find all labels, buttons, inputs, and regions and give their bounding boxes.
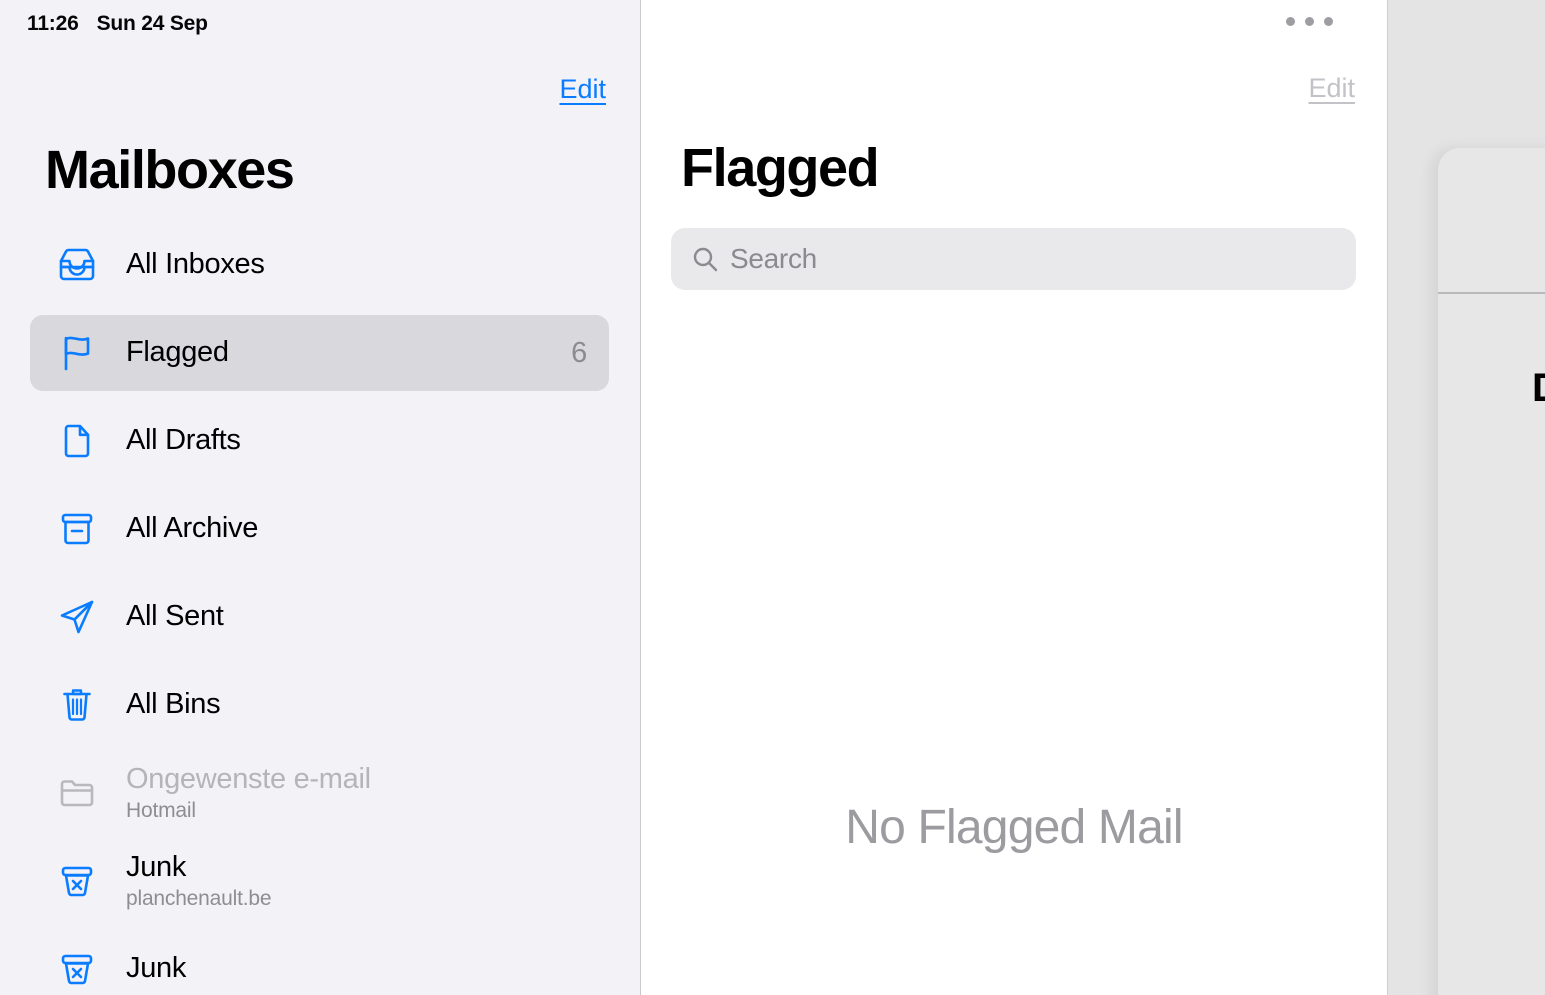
sidebar-item-label: All Inboxes <box>126 248 265 281</box>
sidebar-item-label: Flagged <box>126 336 229 369</box>
sidebar-item-text: All Archive <box>126 512 587 545</box>
sidebar-item-text: All Bins <box>126 688 587 721</box>
sidebar-item-flagged[interactable]: Flagged 6 <box>30 315 609 391</box>
junk-bin-icon <box>52 944 102 994</box>
search-icon <box>691 245 719 273</box>
sidebar-item-text: All Drafts <box>126 424 587 457</box>
paper-plane-icon <box>52 592 102 642</box>
sidebar-item-all-archive[interactable]: All Archive <box>30 491 609 567</box>
search-input[interactable]: Search <box>671 228 1356 290</box>
sidebar-item-all-inboxes[interactable]: All Inboxes <box>30 227 609 303</box>
sidebar-edit-row: Edit <box>0 74 640 105</box>
message-detail-peek-card[interactable]: D <box>1438 148 1545 995</box>
ellipsis-dot <box>1324 17 1333 26</box>
sidebar-item-all-sent[interactable]: All Sent <box>30 579 609 655</box>
sidebar-item-junk-planchenault[interactable]: Junk planchenault.be <box>30 843 609 919</box>
search-placeholder: Search <box>730 243 817 274</box>
sidebar-item-label: All Bins <box>126 688 221 721</box>
page-title: Mailboxes <box>45 140 295 200</box>
sidebar-edit-button[interactable]: Edit <box>559 74 606 105</box>
status-bar: 11:26 Sun 24 Sep <box>0 0 640 36</box>
message-edit-button[interactable]: Edit <box>1308 73 1355 104</box>
ellipsis-icon[interactable] <box>1286 17 1333 26</box>
mailboxes-sidebar: 11:26 Sun 24 Sep Edit Mailboxes All Inbo… <box>0 0 641 995</box>
sidebar-item-account: Hotmail <box>126 799 196 823</box>
sidebar-item-text: Ongewenste e-mail Hotmail <box>126 763 587 823</box>
sidebar-item-text: All Sent <box>126 600 587 633</box>
folder-icon <box>52 768 102 818</box>
sidebar-item-label: Ongewenste e-mail <box>126 762 371 795</box>
document-icon <box>52 416 102 466</box>
mailbox-list: All Inboxes Flagged 6 All Drafts All Arc… <box>0 227 640 995</box>
sidebar-item-junk-2[interactable]: Junk <box>30 931 609 995</box>
sidebar-item-all-drafts[interactable]: All Drafts <box>30 403 609 479</box>
sidebar-item-text: All Inboxes <box>126 248 587 281</box>
mailbox-title: Flagged <box>681 138 880 198</box>
archive-box-icon <box>52 504 102 554</box>
sidebar-item-count: 6 <box>571 336 587 369</box>
message-subject-fragment: D <box>1532 366 1545 411</box>
tray-stack-icon <box>52 240 102 290</box>
sidebar-item-label: All Sent <box>126 600 224 633</box>
divider <box>1438 292 1545 294</box>
flag-icon <box>52 328 102 378</box>
sidebar-item-label: All Archive <box>126 512 259 545</box>
message-edit-row: Edit <box>641 73 1387 104</box>
empty-state-message: No Flagged Mail <box>845 801 1183 854</box>
sidebar-item-text: Junk planchenault.be <box>126 851 587 911</box>
sidebar-item-ongewenste-e-mail[interactable]: Ongewenste e-mail Hotmail <box>30 755 609 831</box>
sidebar-item-account: planchenault.be <box>126 887 272 911</box>
sidebar-item-label: Junk <box>126 850 187 883</box>
sidebar-item-label: All Drafts <box>126 424 241 457</box>
sidebar-item-label: Junk <box>126 952 187 985</box>
mail-app-screen: 11:26 Sun 24 Sep Edit Mailboxes All Inbo… <box>0 0 1545 995</box>
ellipsis-dot <box>1286 17 1295 26</box>
sidebar-item-all-bins[interactable]: All Bins <box>30 667 609 743</box>
junk-bin-icon <box>52 856 102 906</box>
status-bar-date: Sun 24 Sep <box>96 12 208 35</box>
ellipsis-dot <box>1305 17 1314 26</box>
sidebar-item-text: Flagged <box>126 336 571 369</box>
sidebar-item-text: Junk <box>126 952 587 985</box>
message-list-panel: Edit Flagged Search No Flagged Mail <box>641 0 1388 995</box>
trash-icon <box>52 680 102 730</box>
status-bar-time: 11:26 <box>27 12 79 35</box>
right-rail-background: D <box>1388 0 1545 995</box>
